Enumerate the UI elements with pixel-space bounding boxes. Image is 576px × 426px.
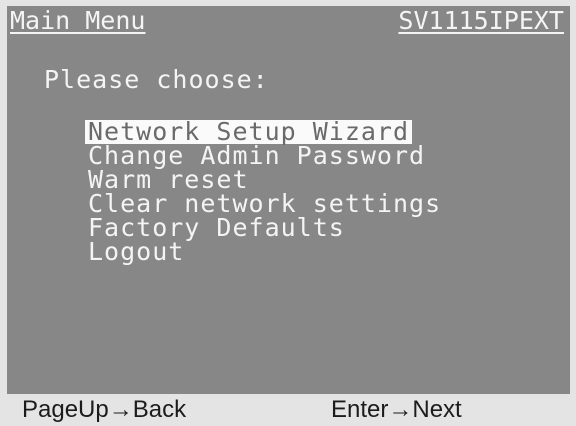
device-model: SV1115IPEXT [398, 6, 564, 35]
choose-prompt: Please choose: [44, 65, 269, 94]
menu-title: Main Menu [10, 6, 146, 35]
back-hint: PageUp→Back [22, 396, 187, 423]
osd-screen: Main Menu SV1115IPEXT Please choose: Net… [7, 6, 570, 394]
title-bar: Main Menu SV1115IPEXT [7, 6, 570, 36]
key-hint-bar: PageUp→Back Enter→Next [0, 394, 576, 426]
main-menu-list: Network Setup Wizard Change Admin Passwo… [85, 119, 444, 264]
next-hint: Enter→Next [331, 396, 462, 423]
menu-item-logout[interactable]: Logout [85, 239, 187, 264]
